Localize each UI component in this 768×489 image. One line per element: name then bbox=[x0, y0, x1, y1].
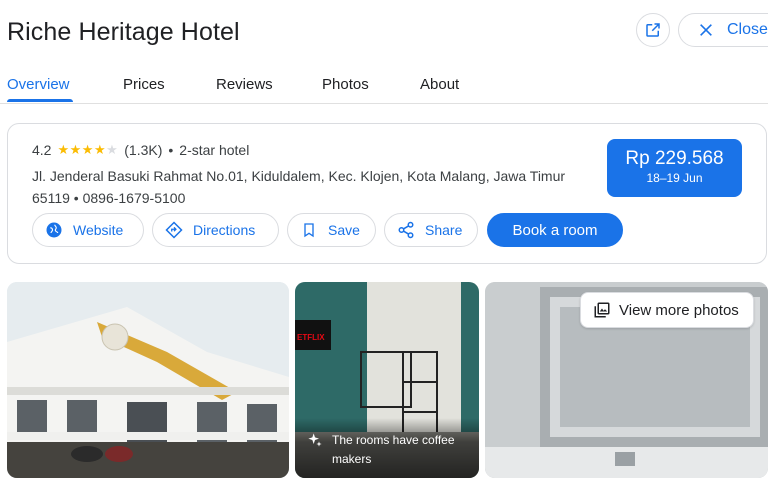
save-button[interactable]: Save bbox=[287, 213, 376, 247]
hotel-address-line: Jl. Jenderal Basuki Rahmat No.01, Kiduld… bbox=[32, 165, 582, 209]
close-button[interactable]: Close bbox=[678, 13, 768, 47]
tab-prices[interactable]: Prices bbox=[123, 76, 165, 93]
tab-overview[interactable]: Overview bbox=[7, 76, 70, 93]
rating-value: 4.2 bbox=[32, 142, 52, 158]
share-label: Share bbox=[425, 222, 463, 238]
review-count[interactable]: (1.3K) bbox=[124, 142, 162, 158]
tab-photos[interactable]: Photos bbox=[322, 76, 369, 93]
star-icon: ★ bbox=[93, 142, 107, 157]
tab-about[interactable]: About bbox=[420, 76, 459, 93]
directions-button[interactable]: Directions bbox=[152, 213, 279, 247]
rating-line: 4.2 ★★★★★ (1.3K) • 2-star hotel bbox=[32, 142, 249, 158]
hotel-exterior-photo[interactable] bbox=[7, 282, 289, 478]
price-dates: 18–19 Jun bbox=[646, 171, 703, 185]
view-more-photos-button[interactable]: View more photos bbox=[580, 292, 754, 328]
globe-icon bbox=[45, 221, 63, 239]
star-icon: ★ bbox=[57, 142, 70, 157]
svg-text:ETFLIX: ETFLIX bbox=[297, 333, 325, 342]
hotel-exterior-image bbox=[7, 282, 289, 478]
close-icon bbox=[697, 21, 715, 39]
separator-dot: • bbox=[168, 142, 174, 158]
photo-caption: The rooms have coffee makers bbox=[332, 433, 455, 466]
hotel-info-card: 4.2 ★★★★★ (1.3K) • 2-star hotel Jl. Jend… bbox=[7, 123, 767, 264]
star-rating: ★★★★★ bbox=[57, 142, 118, 158]
directions-label: Directions bbox=[193, 222, 256, 238]
photo-library-icon bbox=[593, 301, 611, 319]
directions-icon bbox=[165, 221, 183, 239]
bookmark-icon bbox=[300, 221, 318, 239]
star-icon: ★ bbox=[81, 142, 94, 157]
star-icon: ★ bbox=[106, 142, 119, 157]
active-tab-indicator bbox=[7, 99, 73, 102]
hotel-category: 2-star hotel bbox=[179, 142, 250, 158]
sparkle-icon bbox=[307, 432, 323, 453]
share-icon bbox=[397, 221, 415, 239]
website-label: Website bbox=[73, 222, 124, 238]
share-button[interactable]: Share bbox=[384, 213, 478, 247]
separator-dot: • bbox=[73, 190, 79, 206]
star-icon: ★ bbox=[69, 142, 82, 157]
close-label: Close bbox=[727, 21, 768, 38]
room-photo[interactable]: ETFLIX The rooms have coffee makers bbox=[295, 282, 479, 478]
hotel-title: Riche Heritage Hotel bbox=[7, 18, 240, 46]
tab-reviews[interactable]: Reviews bbox=[216, 76, 273, 93]
open-in-new-button[interactable] bbox=[636, 13, 670, 47]
website-button[interactable]: Website bbox=[32, 213, 144, 247]
save-label: Save bbox=[328, 222, 360, 238]
hotel-phone[interactable]: 0896-1679-5100 bbox=[83, 190, 186, 206]
book-a-room-button[interactable]: Book a room bbox=[487, 213, 623, 247]
price-button[interactable]: Rp 229.568 18–19 Jun bbox=[607, 139, 742, 197]
open-in-new-icon bbox=[644, 21, 662, 39]
tab-bar: Overview Prices Reviews Photos About bbox=[0, 66, 768, 104]
view-more-photos-label: View more photos bbox=[619, 301, 739, 319]
price-amount: Rp 229.568 bbox=[625, 148, 724, 169]
